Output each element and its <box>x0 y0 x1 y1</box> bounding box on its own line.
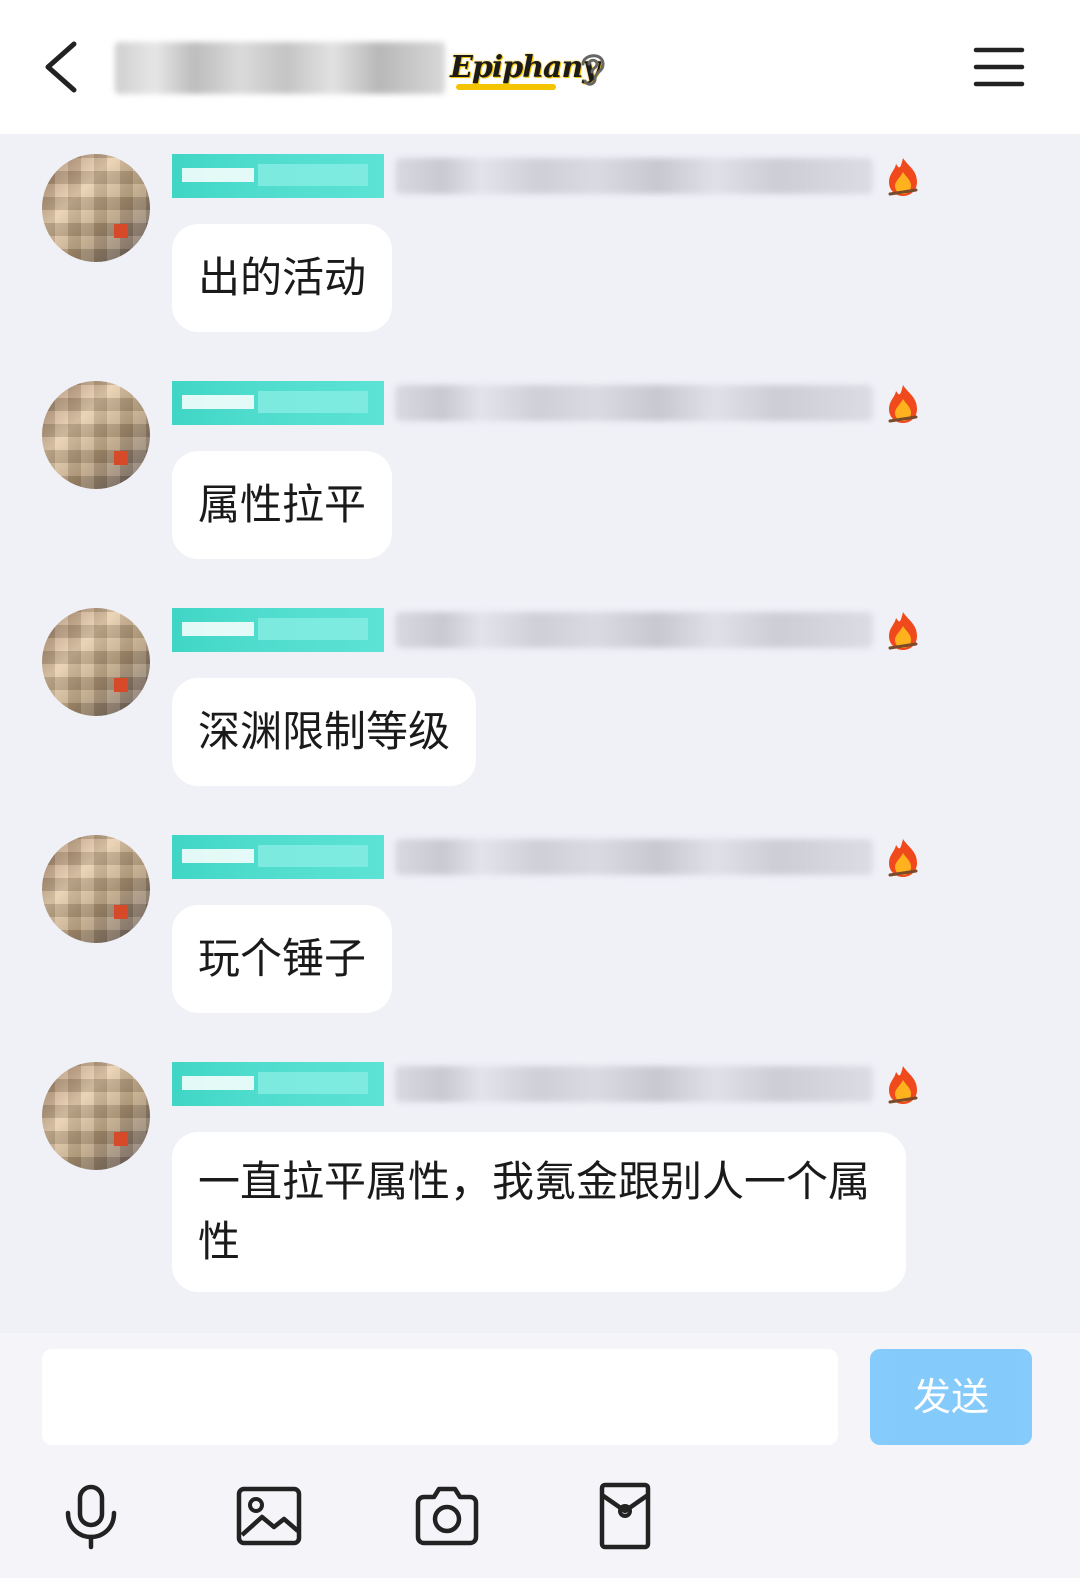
member-tag-label: ▆▆▆ ▇▇▇▇ <box>172 381 384 425</box>
avatar[interactable] <box>42 835 150 943</box>
member-tag-label: ▆▆▆ ▇▇▇▇ <box>172 835 384 879</box>
message-list[interactable]: ▆▆▆ ▇▇▇▇ ▓▓▓ ▓▓▓▓▓▓ ▓▓ ▓▓▓▓ 出的活动 ▆▆▆ ▇▇▇… <box>0 134 1080 1334</box>
fire-icon <box>888 1066 918 1104</box>
fire-icon <box>888 158 918 196</box>
message-bubble[interactable]: 玩个锤子 <box>172 905 393 1013</box>
sender-info[interactable]: ▓▓▓ ▓▓▓▓▓▓ ▓▓ ▓▓▓▓ <box>395 158 873 194</box>
member-tag: ▆▆▆ ▇▇▇▇ <box>172 381 384 425</box>
member-tag: ▆▆▆ ▇▇▇▇ <box>172 608 384 652</box>
message-input[interactable] <box>42 1349 838 1445</box>
badge-label: Epiphany <box>450 50 600 85</box>
hamburger-menu-icon[interactable] <box>972 42 1026 92</box>
member-tag-label: ▆▆▆ ▇▇▇▇ <box>172 154 384 198</box>
avatar[interactable] <box>42 1062 150 1170</box>
image-icon[interactable] <box>234 1481 304 1551</box>
fire-icon <box>888 385 918 423</box>
sender-info[interactable]: ▓▓▓ ▓▓▓▓▓▓ ▓▓ ▓▓▓▓ <box>395 385 873 421</box>
message-bubble[interactable]: 深渊限制等级 <box>172 678 477 786</box>
ear-icon[interactable] <box>575 48 611 88</box>
avatar[interactable] <box>42 608 150 716</box>
group-badge: Epiphany <box>450 44 600 92</box>
camera-icon[interactable] <box>412 1481 482 1551</box>
message-bubble[interactable]: 出的活动 <box>172 224 393 332</box>
sender-info[interactable]: ▓▓▓ ▓▓▓▓▓▓ ▓▓ ▓▓▓▓ <box>395 1066 873 1102</box>
sender-info[interactable]: ▓▓▓ ▓▓▓▓▓▓ ▓▓ ▓▓▓▓ <box>395 612 873 648</box>
sender-info[interactable]: ▓▓▓ ▓▓▓▓▓▓ ▓▓ ▓▓▓▓ <box>395 839 873 875</box>
send-button[interactable]: 发送 <box>870 1349 1032 1445</box>
member-tag: ▆▆▆ ▇▇▇▇ <box>172 835 384 879</box>
red-envelope-icon[interactable] <box>590 1481 660 1551</box>
microphone-icon[interactable] <box>56 1481 126 1551</box>
back-button[interactable] <box>30 32 100 102</box>
message-bubble[interactable]: 属性拉平 <box>172 451 393 559</box>
fire-icon <box>888 612 918 650</box>
chat-header: █▇▆ ▅▇▆▅▇▆▅▇ Epiphany <box>0 0 1080 134</box>
message-bubble[interactable]: 一直拉平属性，我氪金跟别人一个属性 <box>172 1132 906 1292</box>
chevron-left-icon <box>45 41 77 93</box>
member-tag: ▆▆▆ ▇▇▇▇ <box>172 1062 384 1106</box>
avatar[interactable] <box>42 381 150 489</box>
fire-icon <box>888 839 918 877</box>
avatar[interactable] <box>42 154 150 262</box>
composer: 发送 <box>0 1333 1080 1578</box>
chat-title[interactable]: █▇▆ ▅▇▆▅▇▆▅▇ <box>115 42 445 94</box>
member-tag-label: ▆▆▆ ▇▇▇▇ <box>172 1062 384 1106</box>
member-tag: ▆▆▆ ▇▇▇▇ <box>172 154 384 198</box>
member-tag-label: ▆▆▆ ▇▇▇▇ <box>172 608 384 652</box>
